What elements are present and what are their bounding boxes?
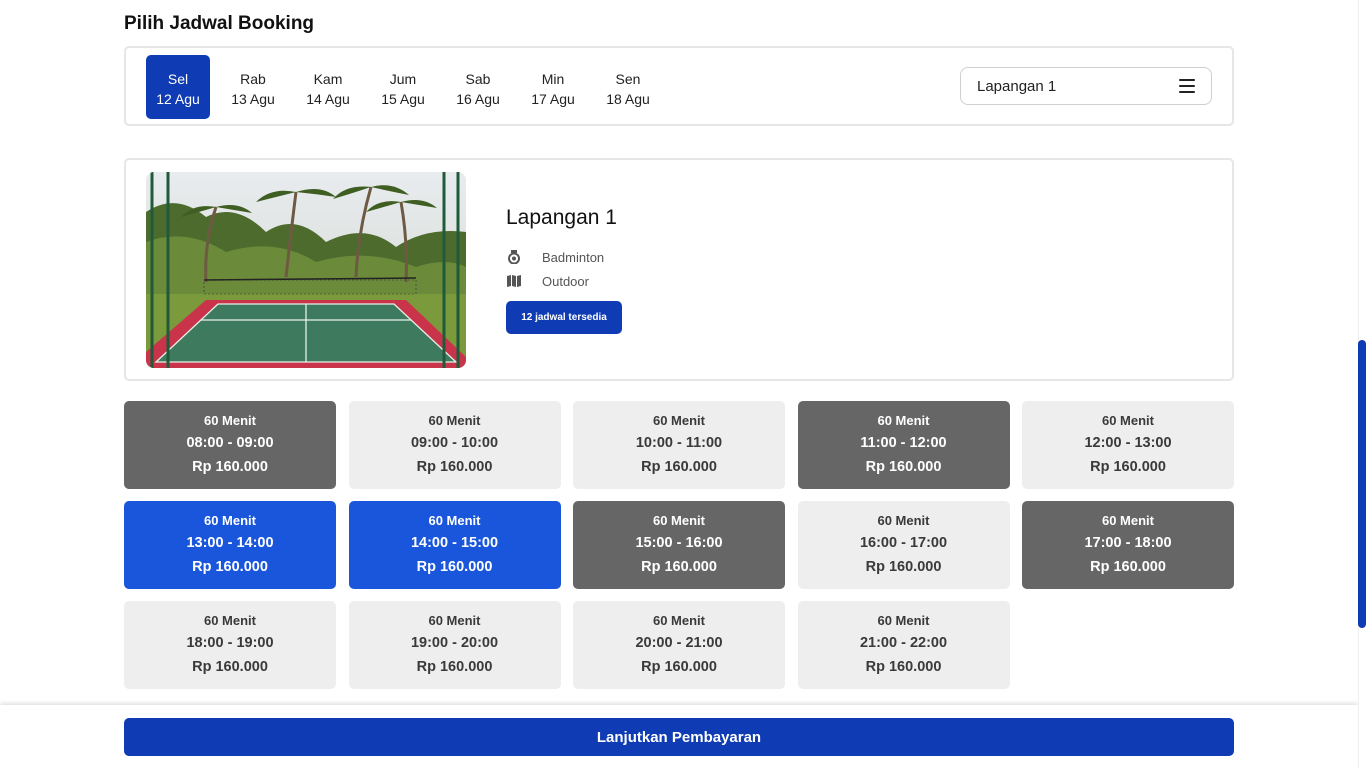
date-selector: Sel 12 Agu Rab 13 Agu Kam 14 Agu Jum 15 Agu Sab 1… bbox=[124, 46, 1234, 126]
date-date: 13 Agu bbox=[231, 91, 275, 107]
court-select[interactable]: Lapangan 1 bbox=[960, 67, 1212, 105]
time-slot[interactable]: 60 Menit 13:00 - 14:00 Rp 160.000 bbox=[124, 501, 336, 589]
time-slot[interactable]: 60 Menit 14:00 - 15:00 Rp 160.000 bbox=[348, 501, 561, 589]
time-slot[interactable]: 60 Menit 18:00 - 19:00 Rp 160.000 bbox=[124, 601, 336, 689]
booking-page: Pilih Jadwal Booking Sel 12 Agu Rab 13 Agu K… bbox=[0, 0, 1366, 768]
slot-time: 08:00 - 09:00 bbox=[186, 435, 274, 451]
court-type: Outdoor bbox=[506, 273, 589, 289]
slot-duration: 60 Menit bbox=[428, 513, 481, 528]
slot-duration: 60 Menit bbox=[652, 613, 705, 628]
slot-time: 21:00 - 22:00 bbox=[859, 635, 948, 651]
slot-time: 13:00 - 14:00 bbox=[186, 535, 274, 551]
slot-duration: 60 Menit bbox=[203, 413, 256, 428]
time-slot[interactable]: 60 Menit 09:00 - 10:00 Rp 160.000 bbox=[348, 401, 561, 489]
slot-time: 16:00 - 17:00 bbox=[859, 535, 948, 551]
slot-duration: 60 Menit bbox=[877, 513, 930, 528]
slot-time: 15:00 - 16:00 bbox=[635, 535, 723, 551]
slot-price: Rp 160.000 bbox=[192, 659, 268, 675]
slot-price: Rp 160.000 bbox=[416, 459, 493, 475]
page-title: Pilih Jadwal Booking bbox=[124, 13, 315, 34]
date-date: 18 Agu bbox=[606, 91, 650, 107]
time-slot: 60 Menit 11:00 - 12:00 Rp 160.000 bbox=[797, 401, 1010, 489]
date-item[interactable]: Rab 13 Agu bbox=[221, 55, 285, 119]
slot-price: Rp 160.000 bbox=[1090, 459, 1166, 475]
date-day: Rab bbox=[240, 71, 266, 87]
slot-time: 17:00 - 18:00 bbox=[1084, 535, 1172, 551]
date-day: Kam bbox=[313, 71, 343, 87]
time-slot[interactable]: 60 Menit 19:00 - 20:00 Rp 160.000 bbox=[348, 601, 561, 689]
date-item[interactable]: Sen 18 Agu bbox=[596, 55, 660, 119]
date-item[interactable]: Jum 15 Agu bbox=[371, 55, 435, 119]
slot-duration: 60 Menit bbox=[203, 613, 256, 628]
court-select-value: Lapangan 1 bbox=[977, 77, 1057, 95]
slot-price: Rp 160.000 bbox=[641, 659, 717, 675]
date-day: Sab bbox=[465, 71, 491, 87]
slot-duration: 60 Menit bbox=[1101, 513, 1154, 528]
date-day: Min bbox=[541, 71, 565, 87]
time-slot[interactable]: 60 Menit 10:00 - 11:00 Rp 160.000 bbox=[573, 401, 785, 489]
availability-badge[interactable]: 12 jadwal tersedia bbox=[506, 301, 622, 334]
slot-duration: 60 Menit bbox=[428, 613, 481, 628]
slot-duration: 60 Menit bbox=[877, 613, 930, 628]
scrollbar-thumb[interactable] bbox=[1358, 340, 1366, 628]
slot-price: Rp 160.000 bbox=[1090, 559, 1166, 575]
menu-icon bbox=[1179, 79, 1195, 93]
time-slot[interactable]: 60 Menit 16:00 - 17:00 Rp 160.000 bbox=[797, 501, 1010, 589]
court-name: Lapangan 1 bbox=[506, 206, 617, 229]
date-date: 17 Agu bbox=[531, 91, 575, 107]
date-item[interactable]: Sab 16 Agu bbox=[446, 55, 510, 119]
map-icon bbox=[506, 273, 522, 289]
slot-duration: 60 Menit bbox=[877, 413, 930, 428]
time-slot: 60 Menit 15:00 - 16:00 Rp 160.000 bbox=[573, 501, 785, 589]
slot-time: 12:00 - 13:00 bbox=[1084, 435, 1172, 451]
court-sport-label: Badminton bbox=[542, 249, 605, 265]
medal-icon bbox=[506, 249, 522, 265]
slot-price: Rp 160.000 bbox=[416, 559, 493, 575]
slot-time: 10:00 - 11:00 bbox=[635, 435, 723, 451]
date-item[interactable]: Sel 12 Agu bbox=[146, 55, 210, 119]
slot-time: 14:00 - 15:00 bbox=[410, 535, 499, 551]
slot-price: Rp 160.000 bbox=[416, 659, 493, 675]
slot-price: Rp 160.000 bbox=[192, 559, 268, 575]
date-date: 16 Agu bbox=[456, 91, 500, 107]
date-item[interactable]: Kam 14 Agu bbox=[296, 55, 360, 119]
slot-price: Rp 160.000 bbox=[192, 459, 268, 475]
date-item[interactable]: Min 17 Agu bbox=[521, 55, 585, 119]
court-photo bbox=[146, 172, 466, 368]
time-slot[interactable]: 60 Menit 21:00 - 22:00 Rp 160.000 bbox=[797, 601, 1010, 689]
time-slot[interactable]: 60 Menit 12:00 - 13:00 Rp 160.000 bbox=[1022, 401, 1234, 489]
slot-duration: 60 Menit bbox=[652, 513, 705, 528]
slot-time: 19:00 - 20:00 bbox=[410, 635, 499, 651]
date-date: 12 Agu bbox=[156, 91, 200, 107]
court-type-label: Outdoor bbox=[542, 273, 589, 289]
slot-duration: 60 Menit bbox=[1101, 413, 1154, 428]
court-card: Lapangan 1 Badminton Outdoor 12 jadwal t… bbox=[124, 158, 1234, 381]
slot-time: 18:00 - 19:00 bbox=[186, 635, 274, 651]
date-day: Sel bbox=[167, 71, 189, 87]
date-date: 14 Agu bbox=[306, 91, 350, 107]
court-image bbox=[146, 172, 466, 368]
slot-time: 11:00 - 12:00 bbox=[860, 435, 947, 451]
slot-time: 09:00 - 10:00 bbox=[410, 435, 499, 451]
slot-price: Rp 160.000 bbox=[641, 559, 717, 575]
slot-price: Rp 160.000 bbox=[865, 459, 942, 475]
bottom-bar: Lanjutkan Pembayaran bbox=[0, 705, 1358, 768]
slot-time: 20:00 - 21:00 bbox=[635, 635, 723, 651]
time-slot[interactable]: 60 Menit 20:00 - 21:00 Rp 160.000 bbox=[573, 601, 785, 689]
date-day: Jum bbox=[389, 71, 417, 87]
slot-price: Rp 160.000 bbox=[865, 659, 942, 675]
date-day: Sen bbox=[615, 71, 641, 87]
court-sport: Badminton bbox=[506, 249, 604, 265]
date-date: 15 Agu bbox=[381, 91, 425, 107]
slot-price: Rp 160.000 bbox=[641, 459, 717, 475]
slot-duration: 60 Menit bbox=[652, 413, 705, 428]
time-slot: 60 Menit 17:00 - 18:00 Rp 160.000 bbox=[1022, 501, 1234, 589]
slot-duration: 60 Menit bbox=[203, 513, 256, 528]
continue-payment-button[interactable]: Lanjutkan Pembayaran bbox=[124, 718, 1234, 756]
time-slot: 60 Menit 08:00 - 09:00 Rp 160.000 bbox=[124, 401, 336, 489]
slot-price: Rp 160.000 bbox=[865, 559, 942, 575]
slot-duration: 60 Menit bbox=[428, 413, 481, 428]
